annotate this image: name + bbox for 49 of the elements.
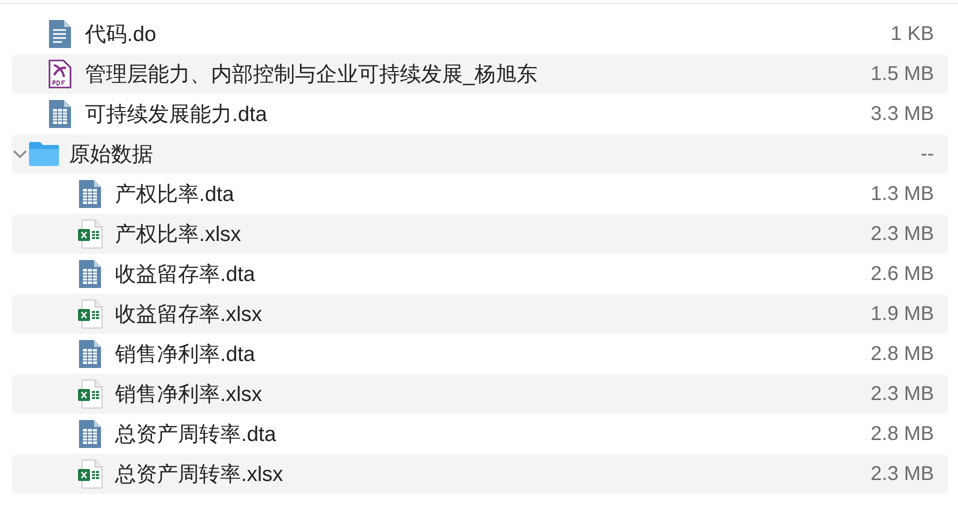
excel-file-icon <box>77 299 103 329</box>
file-row[interactable]: 总资产周转率.dta 2.8 MB <box>12 414 948 454</box>
file-size: 1.9 MB <box>870 302 934 326</box>
file-name: 管理层能力、内部控制与企业可持续发展_杨旭东 <box>85 62 539 88</box>
file-size: 2.8 MB <box>870 422 934 446</box>
file-row[interactable]: 销售净利率.xlsx 2.3 MB <box>12 374 948 414</box>
file-size: 3.3 MB <box>870 102 934 126</box>
file-size: 2.6 MB <box>870 262 934 286</box>
file-row[interactable]: 代码.do 1 KB <box>12 14 948 54</box>
file-row[interactable]: 可持续发展能力.dta 3.3 MB <box>12 94 948 134</box>
file-name: 产权比率.xlsx <box>115 222 242 248</box>
file-size: 2.3 MB <box>870 222 934 246</box>
file-size: 2.3 MB <box>870 462 934 486</box>
file-name: 可持续发展能力.dta <box>85 102 268 128</box>
file-name: 收益留存率.dta <box>115 262 256 288</box>
file-name: 销售净利率.dta <box>115 342 256 368</box>
excel-file-icon <box>77 379 103 409</box>
file-row[interactable]: 收益留存率.dta 2.6 MB <box>12 254 948 294</box>
chevron-icon[interactable] <box>13 150 27 158</box>
file-row[interactable]: 销售净利率.dta 2.8 MB <box>12 334 948 374</box>
file-row[interactable]: 产权比率.dta 1.3 MB <box>12 174 948 214</box>
file-row[interactable]: 原始数据 -- <box>12 134 948 174</box>
file-size: 1.3 MB <box>870 182 934 206</box>
file-name: 销售净利率.xlsx <box>115 382 263 408</box>
file-size: 2.8 MB <box>870 342 934 366</box>
spreadsheet-file-icon <box>48 99 72 129</box>
file-name: 代码.do <box>85 22 158 48</box>
excel-file-icon <box>77 219 103 249</box>
spreadsheet-file-icon <box>78 259 102 289</box>
file-row[interactable]: 管理层能力、内部控制与企业可持续发展_杨旭东 1.5 MB <box>12 54 948 94</box>
document-icon <box>48 19 72 49</box>
file-row[interactable]: 总资产周转率.xlsx 2.3 MB <box>12 454 948 494</box>
file-row[interactable]: 产权比率.xlsx 2.3 MB <box>12 214 948 254</box>
file-name: 收益留存率.xlsx <box>115 302 263 328</box>
spreadsheet-file-icon <box>78 419 102 449</box>
file-name: 总资产周转率.dta <box>115 422 278 448</box>
pdf-file-icon <box>48 59 72 89</box>
file-name: 产权比率.dta <box>115 182 236 208</box>
file-size: 2.3 MB <box>870 382 934 406</box>
file-name: 原始数据 <box>69 142 154 168</box>
file-size: 1.5 MB <box>870 62 934 86</box>
excel-file-icon <box>77 459 103 489</box>
file-size: -- <box>920 142 934 166</box>
spreadsheet-file-icon <box>78 339 102 369</box>
folder-icon <box>28 141 60 167</box>
file-size: 1 KB <box>890 22 934 46</box>
file-name: 总资产周转率.xlsx <box>115 462 284 488</box>
spreadsheet-file-icon <box>78 179 102 209</box>
file-row[interactable]: 收益留存率.xlsx 1.9 MB <box>12 294 948 334</box>
